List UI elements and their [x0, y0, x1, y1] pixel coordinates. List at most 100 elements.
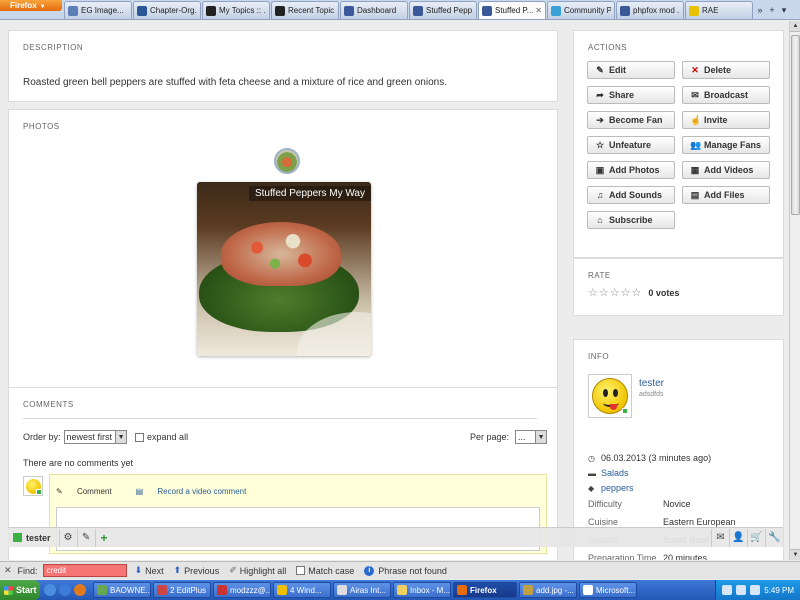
toolbar-user-name[interactable]: tester: [26, 533, 51, 543]
browser-tab[interactable]: Stuffed P... ✕: [478, 1, 546, 19]
taskbar-task[interactable]: 4 Wind...: [273, 582, 331, 598]
info-field-value: 20 minutes: [663, 553, 708, 560]
browser-tab[interactable]: Chapter-Org...: [133, 1, 201, 19]
app-icon: [217, 585, 227, 595]
favicon-icon: [206, 5, 216, 16]
expand-all-checkbox[interactable]: [135, 432, 145, 442]
user-icon[interactable]: 👤: [729, 528, 747, 547]
taskbar-task-label: BAOWNE...: [110, 585, 151, 595]
broadcast-button[interactable]: ✉ Broadcast: [682, 86, 770, 104]
find-input[interactable]: credit: [42, 564, 127, 577]
info-icon: i: [364, 565, 375, 576]
order-by-value: newest first: [66, 432, 113, 442]
chrome-icon[interactable]: [44, 584, 56, 596]
taskbar-task[interactable]: Airas Int...: [333, 582, 391, 598]
firefox-icon[interactable]: [74, 584, 86, 596]
taskbar-task-label: Microsoft...: [596, 585, 636, 595]
scroll-down-icon[interactable]: ▼: [790, 549, 800, 560]
owner-name-link[interactable]: tester: [639, 378, 664, 389]
browser-tab[interactable]: Stuffed Pepp...: [409, 1, 477, 19]
owner-status-text: adsdfds: [639, 391, 664, 398]
sign-in-icon: ➔: [596, 114, 604, 125]
browser-tab-label: Stuffed P...: [495, 6, 534, 15]
star-icon[interactable]: ☆: [632, 286, 642, 299]
add-files-button[interactable]: ▤ Add Files: [682, 186, 770, 204]
button-label: Broadcast: [704, 90, 749, 100]
wrench-icon[interactable]: 🔧: [765, 528, 783, 547]
manage-fans-button[interactable]: 👥 Manage Fans: [682, 136, 770, 154]
become-fan-button[interactable]: ➔ Become Fan: [587, 111, 675, 129]
new-tab-icon[interactable]: +: [766, 1, 778, 19]
expand-all-label: expand all: [147, 432, 189, 442]
delete-button[interactable]: ✕ Delete: [682, 61, 770, 79]
tab-video-comment[interactable]: ▤ Record a video comment: [136, 487, 259, 496]
edit-button[interactable]: ✎ Edit: [587, 61, 675, 79]
star-icon[interactable]: ☆: [610, 286, 620, 299]
taskbar-task[interactable]: Firefox: [453, 582, 517, 598]
close-tab-icon[interactable]: ✕: [535, 6, 542, 15]
taskbar-task[interactable]: Microsoft...: [579, 582, 637, 598]
tab-comment[interactable]: ✎ Comment: [56, 487, 124, 496]
main-photo[interactable]: Stuffed Peppers My Way: [197, 182, 371, 356]
close-icon[interactable]: ✕: [4, 565, 12, 576]
find-next-button[interactable]: ⬇ Next: [135, 565, 164, 576]
taskbar-task[interactable]: add.jpg -...: [519, 582, 577, 598]
find-previous-label: Previous: [184, 565, 220, 576]
per-page-label: Per page:: [470, 432, 510, 442]
add-photos-button[interactable]: ▣ Add Photos: [587, 161, 675, 179]
browser-tab[interactable]: Dashboard: [340, 1, 408, 19]
add-icon[interactable]: +: [94, 528, 113, 547]
app-icon: [583, 585, 593, 595]
find-previous-button[interactable]: ⬆ Previous: [174, 565, 220, 576]
match-case-toggle[interactable]: Match case: [296, 566, 354, 576]
add-sounds-button[interactable]: ♫ Add Sounds: [587, 186, 675, 204]
star-icon[interactable]: ☆: [588, 286, 598, 299]
taskbar-task[interactable]: modzzz@...: [213, 582, 271, 598]
tab-list-icon[interactable]: ▾: [778, 1, 790, 19]
per-page-select[interactable]: ... ▼: [515, 430, 548, 444]
star-icon[interactable]: ☆: [621, 286, 631, 299]
firefox-menu-button[interactable]: Firefox ▼: [0, 0, 62, 11]
highlight-all-label: Highlight all: [239, 565, 287, 576]
gear-icon[interactable]: ⚙: [58, 528, 77, 547]
page-scrollbar[interactable]: ▲ ▼: [789, 21, 800, 560]
star-icon[interactable]: ☆: [599, 286, 609, 299]
unfeature-button[interactable]: ☆ Unfeature: [587, 136, 675, 154]
scrollbar-thumb[interactable]: [791, 35, 800, 215]
tab-scroll-right-icon[interactable]: »: [754, 1, 766, 19]
tag-icon: ⌂: [597, 215, 603, 225]
scroll-up-icon[interactable]: ▲: [790, 21, 800, 32]
smiley-eye: [613, 389, 618, 397]
match-case-checkbox[interactable]: [296, 566, 306, 575]
owner-avatar[interactable]: [588, 374, 632, 418]
browser-tab[interactable]: Recent Topic...: [271, 1, 339, 19]
invite-button[interactable]: ☝ Invite: [682, 111, 770, 129]
subscribe-button[interactable]: ⌂ Subscribe: [587, 211, 675, 229]
tag-link[interactable]: peppers: [601, 483, 634, 493]
highlight-all-button[interactable]: ✐ Highlight all: [229, 565, 286, 576]
edit-status-icon[interactable]: ✎: [76, 528, 95, 547]
order-by-select[interactable]: newest first ▼: [63, 430, 128, 444]
taskbar-task[interactable]: BAOWNE...: [93, 582, 151, 598]
ie-icon[interactable]: [59, 584, 71, 596]
cart-icon[interactable]: 🛒: [747, 528, 765, 547]
browser-tab[interactable]: EG Image...: [64, 1, 132, 19]
browser-tab[interactable]: Community Pl...: [547, 1, 615, 19]
browser-tab[interactable]: phpfox mod ...: [616, 1, 684, 19]
taskbar-task[interactable]: 2 EditPlus: [153, 582, 211, 598]
browser-tab[interactable]: RAE: [685, 1, 753, 19]
share-button[interactable]: ➦ Share: [587, 86, 675, 104]
taskbar-task[interactable]: Inbox - M...: [393, 582, 451, 598]
button-label: Unfeature: [609, 140, 652, 150]
help-icon[interactable]: [750, 585, 761, 595]
tray-icon[interactable]: [736, 585, 747, 595]
tray-icon[interactable]: [722, 585, 733, 595]
photo-thumbnail[interactable]: [274, 148, 300, 174]
info-field-label: Difficulty: [588, 499, 622, 509]
category-link[interactable]: Salads: [601, 468, 629, 478]
mail-icon[interactable]: ✉: [711, 528, 729, 547]
start-button[interactable]: Start: [0, 580, 40, 600]
add-videos-button[interactable]: ▦ Add Videos: [682, 161, 770, 179]
file-icon: ▤: [690, 189, 700, 200]
browser-tab[interactable]: My Topics :: ...: [202, 1, 270, 19]
